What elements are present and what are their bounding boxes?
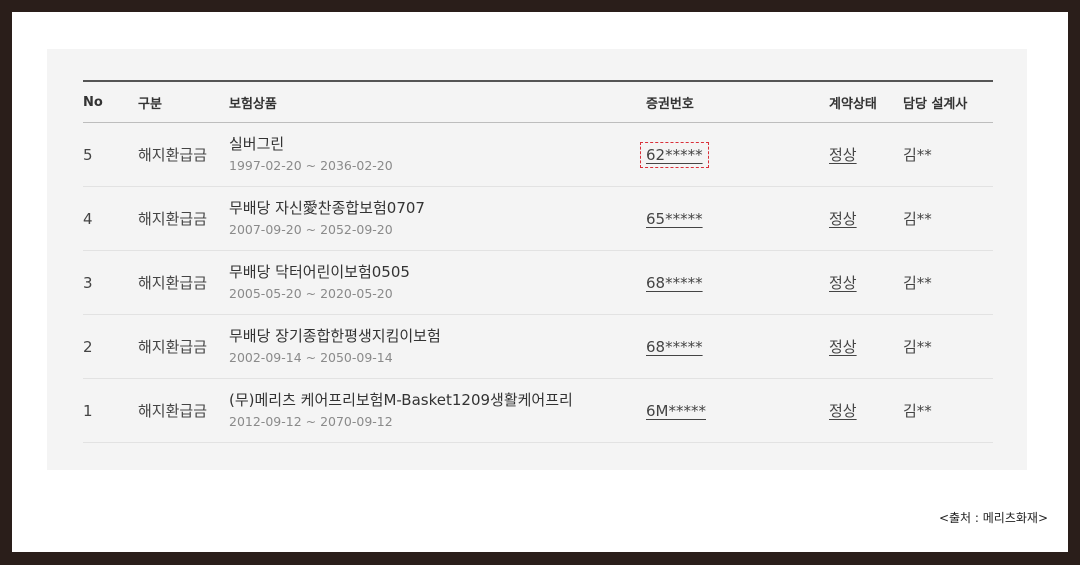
cell-type: 해지환급금 — [138, 122, 229, 187]
policy-number-link[interactable]: 68***** — [640, 334, 709, 360]
product-name: (무)메리츠 케어프리보험M-Basket1209생활케어프리 — [229, 391, 573, 409]
cell-policy-number: 62***** — [640, 122, 829, 187]
contract-period: 2007-09-20 ~ 2052-09-20 — [229, 222, 393, 237]
cell-status: 정상 — [829, 250, 903, 315]
header-product: 보험상품 — [229, 81, 646, 123]
cell-product: 무배당 닥터어린이보험0505 2005-05-20 ~ 2020-05-20 — [229, 250, 646, 315]
cell-policy-number: 68***** — [646, 314, 829, 379]
screenshot-frame: No 구분 보험상품 증권번호 계약상태 담당 설계사 5 해지환급금 실버그린… — [12, 12, 1068, 552]
header-status: 계약상태 — [829, 81, 903, 123]
cell-product: (무)메리츠 케어프리보험M-Basket1209생활케어프리 2012-09-… — [229, 378, 646, 443]
contract-status-link[interactable]: 정상 — [829, 210, 857, 228]
cell-no: 4 — [83, 186, 138, 251]
contract-period: 2012-09-12 ~ 2070-09-12 — [229, 414, 393, 429]
table-header-row: No 구분 보험상품 증권번호 계약상태 담당 설계사 — [83, 81, 993, 123]
cell-type: 해지환급금 — [138, 186, 229, 251]
source-caption: <출처 : 메리츠화재> — [938, 511, 1048, 525]
contract-period: 2005-05-20 ~ 2020-05-20 — [229, 286, 393, 301]
cell-status: 정상 — [829, 122, 903, 187]
cell-product: 무배당 자신愛찬종합보험0707 2007-09-20 ~ 2052-09-20 — [229, 186, 646, 251]
cell-policy-number: 6M***** — [646, 378, 829, 443]
cell-status: 정상 — [829, 186, 903, 251]
product-name: 무배당 장기종합한평생지킴이보험 — [229, 327, 441, 345]
cell-no: 1 — [83, 378, 138, 443]
header-no: No — [83, 81, 138, 123]
cell-status: 정상 — [829, 314, 903, 379]
table-row: 1 해지환급금 (무)메리츠 케어프리보험M-Basket1209생활케어프리 … — [83, 378, 993, 443]
cell-planner: 김** — [903, 122, 993, 187]
table-row: 5 해지환급금 실버그린 1997-02-20 ~ 2036-02-20 62*… — [83, 122, 993, 187]
header-policy-number: 증권번호 — [646, 81, 829, 123]
contract-list-panel: No 구분 보험상품 증권번호 계약상태 담당 설계사 5 해지환급금 실버그린… — [47, 49, 1027, 470]
policy-number-link[interactable]: 68***** — [640, 270, 709, 296]
cell-product: 무배당 장기종합한평생지킴이보험 2002-09-14 ~ 2050-09-14 — [229, 314, 646, 379]
cell-no: 3 — [83, 250, 138, 315]
header-planner: 담당 설계사 — [903, 81, 993, 123]
contract-status-link[interactable]: 정상 — [829, 274, 857, 292]
product-name: 실버그린 — [229, 135, 285, 153]
cell-type: 해지환급금 — [138, 314, 229, 379]
table-row: 2 해지환급금 무배당 장기종합한평생지킴이보험 2002-09-14 ~ 20… — [83, 314, 993, 379]
cell-no: 5 — [83, 122, 138, 187]
contract-table: No 구분 보험상품 증권번호 계약상태 담당 설계사 5 해지환급금 실버그린… — [83, 80, 993, 443]
policy-number-link[interactable]: 65***** — [640, 206, 709, 232]
cell-status: 정상 — [829, 378, 903, 443]
product-name: 무배당 닥터어린이보험0505 — [229, 263, 410, 281]
table-row: 4 해지환급금 무배당 자신愛찬종합보험0707 2007-09-20 ~ 20… — [83, 186, 993, 251]
contract-status-link[interactable]: 정상 — [829, 402, 857, 420]
contract-status-link[interactable]: 정상 — [829, 338, 857, 356]
cell-policy-number: 68***** — [646, 250, 829, 315]
cell-policy-number: 65***** — [646, 186, 829, 251]
contract-period: 2002-09-14 ~ 2050-09-14 — [229, 350, 393, 365]
policy-number-link[interactable]: 6M***** — [640, 398, 712, 424]
cell-no: 2 — [83, 314, 138, 379]
contract-status-link[interactable]: 정상 — [829, 146, 857, 164]
cell-planner: 김** — [903, 314, 993, 379]
table-row: 3 해지환급금 무배당 닥터어린이보험0505 2005-05-20 ~ 202… — [83, 250, 993, 315]
cell-product: 실버그린 1997-02-20 ~ 2036-02-20 — [229, 122, 646, 187]
cell-type: 해지환급금 — [138, 378, 229, 443]
header-type: 구분 — [138, 81, 229, 123]
cell-planner: 김** — [903, 378, 993, 443]
policy-number-link[interactable]: 62***** — [640, 141, 709, 168]
cell-planner: 김** — [903, 250, 993, 315]
contract-period: 1997-02-20 ~ 2036-02-20 — [229, 158, 393, 173]
cell-type: 해지환급금 — [138, 250, 229, 315]
contract-rows: 5 해지환급금 실버그린 1997-02-20 ~ 2036-02-20 62*… — [83, 122, 993, 443]
cell-planner: 김** — [903, 186, 993, 251]
product-name: 무배당 자신愛찬종합보험0707 — [229, 199, 425, 217]
